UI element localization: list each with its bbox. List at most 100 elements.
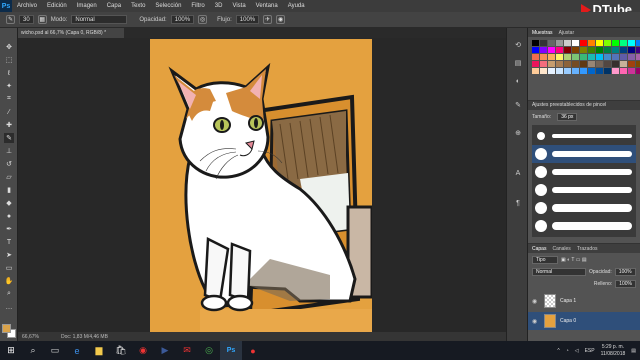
color-swatch[interactable] bbox=[636, 47, 640, 53]
color-swatch[interactable] bbox=[572, 68, 579, 74]
layer-fill-input[interactable]: 100% bbox=[615, 280, 636, 288]
search-icon[interactable]: ⌕ bbox=[22, 341, 44, 360]
color-swatch[interactable] bbox=[556, 68, 563, 74]
movies-app-icon[interactable]: ▶ bbox=[154, 341, 176, 360]
color-swatch[interactable] bbox=[532, 54, 539, 60]
app-icon[interactable]: ✉ bbox=[176, 341, 198, 360]
artwork-canvas[interactable] bbox=[150, 39, 372, 333]
color-swatch[interactable] bbox=[620, 61, 627, 67]
menu-capa[interactable]: Capa bbox=[102, 3, 126, 9]
color-swatch[interactable] bbox=[580, 61, 587, 67]
color-swatch[interactable] bbox=[532, 61, 539, 67]
history-brush-icon[interactable]: ↺ bbox=[4, 159, 14, 169]
healing-tool-icon[interactable]: ✚ bbox=[4, 120, 14, 130]
color-swatch[interactable] bbox=[556, 61, 563, 67]
tab-canales[interactable]: Canales bbox=[552, 246, 570, 252]
color-swatch[interactable] bbox=[564, 40, 571, 46]
color-swatch[interactable] bbox=[540, 61, 547, 67]
color-swatch[interactable] bbox=[540, 40, 547, 46]
color-swatch[interactable] bbox=[636, 40, 640, 46]
color-swatch[interactable] bbox=[564, 54, 571, 60]
color-swatch[interactable] bbox=[572, 40, 579, 46]
brush-panel-toggle-icon[interactable]: ▦ bbox=[37, 15, 47, 24]
network-icon[interactable]: ◔ bbox=[566, 348, 569, 354]
color-swatch[interactable] bbox=[604, 40, 611, 46]
history-panel-icon[interactable]: ⟲ bbox=[513, 40, 523, 50]
color-swatch[interactable] bbox=[556, 54, 563, 60]
color-swatch[interactable] bbox=[532, 47, 539, 53]
brush-preset[interactable] bbox=[532, 199, 636, 217]
hand-tool-icon[interactable]: ✋ bbox=[4, 276, 14, 286]
brush-preset[interactable] bbox=[532, 217, 636, 235]
color-swatch[interactable] bbox=[548, 68, 555, 74]
opacity-input[interactable]: 100% bbox=[170, 15, 195, 24]
color-swatch[interactable] bbox=[620, 54, 627, 60]
color-swatch[interactable] bbox=[572, 61, 579, 67]
visibility-eye-icon[interactable]: ◉ bbox=[532, 298, 540, 305]
properties-panel-icon[interactable]: ▤ bbox=[513, 58, 523, 68]
crop-tool-icon[interactable]: ⌗ bbox=[4, 94, 14, 104]
color-swatch[interactable] bbox=[596, 68, 603, 74]
color-swatch[interactable] bbox=[620, 40, 627, 46]
color-swatch[interactable] bbox=[564, 47, 571, 53]
color-swatch[interactable] bbox=[612, 61, 619, 67]
color-swatch[interactable] bbox=[540, 54, 547, 60]
menu-3d[interactable]: 3D bbox=[210, 3, 228, 9]
color-swatch[interactable] bbox=[612, 68, 619, 74]
color-swatch[interactable] bbox=[628, 68, 635, 74]
brush-size-picker[interactable]: 30 bbox=[19, 15, 34, 24]
brush-size-value[interactable]: 36 px bbox=[557, 113, 578, 121]
brush-preset[interactable] bbox=[532, 145, 636, 163]
airbrush-icon[interactable]: ✈ bbox=[263, 15, 273, 24]
character-panel-icon[interactable]: A bbox=[513, 168, 523, 178]
color-swatch[interactable] bbox=[580, 40, 587, 46]
color-swatch[interactable] bbox=[604, 61, 611, 67]
tab-muestras[interactable]: Muestras bbox=[532, 30, 553, 36]
color-swatch[interactable] bbox=[548, 61, 555, 67]
task-view-icon[interactable]: ▭ bbox=[44, 341, 66, 360]
color-swatch[interactable] bbox=[588, 61, 595, 67]
color-swatch[interactable] bbox=[564, 68, 571, 74]
color-swatch[interactable] bbox=[580, 68, 587, 74]
recorder-icon[interactable]: ● bbox=[242, 341, 264, 360]
color-swatch[interactable] bbox=[556, 47, 563, 53]
menu-ayuda[interactable]: Ayuda bbox=[283, 3, 310, 9]
layer-row-capa-0[interactable]: ◉ Capa 0 bbox=[528, 312, 640, 330]
color-swatch[interactable] bbox=[580, 54, 587, 60]
edge-browser-icon[interactable]: e bbox=[66, 341, 88, 360]
color-swatch[interactable] bbox=[628, 47, 635, 53]
media-app-icon[interactable]: ◉ bbox=[132, 341, 154, 360]
color-swatch[interactable] bbox=[628, 40, 635, 46]
shape-tool-icon[interactable]: ▭ bbox=[4, 263, 14, 273]
color-swatch[interactable] bbox=[588, 54, 595, 60]
menu-archivo[interactable]: Archivo bbox=[12, 3, 42, 9]
color-swatch[interactable] bbox=[636, 68, 640, 74]
color-swatch[interactable] bbox=[612, 54, 619, 60]
visibility-eye-icon[interactable]: ◉ bbox=[532, 318, 540, 325]
layer-name[interactable]: Capa 1 bbox=[560, 298, 576, 304]
color-swatch[interactable] bbox=[580, 47, 587, 53]
windows-start-icon[interactable]: ⊞ bbox=[0, 341, 22, 360]
blur-tool-icon[interactable]: ◆ bbox=[4, 198, 14, 208]
color-swatch[interactable] bbox=[596, 40, 603, 46]
paragraph-panel-icon[interactable]: ¶ bbox=[513, 198, 523, 208]
color-swatch[interactable] bbox=[612, 47, 619, 53]
menu-imagen[interactable]: Imagen bbox=[72, 3, 102, 9]
tab-ajustar[interactable]: Ajustar bbox=[559, 30, 575, 36]
flow-input[interactable]: 100% bbox=[235, 15, 260, 24]
pen-tool-icon[interactable]: ✒ bbox=[4, 224, 14, 234]
blend-mode-select[interactable]: Normal bbox=[532, 268, 586, 276]
brush-tool-icon[interactable]: ✎ bbox=[6, 15, 15, 24]
gradient-tool-icon[interactable]: ▮ bbox=[4, 185, 14, 195]
menu-ventana[interactable]: Ventana bbox=[251, 3, 283, 9]
adjustments-panel-icon[interactable]: ◐ bbox=[513, 76, 523, 86]
color-swatch[interactable] bbox=[628, 54, 635, 60]
color-swatch[interactable] bbox=[596, 54, 603, 60]
menu-texto[interactable]: Texto bbox=[126, 3, 150, 9]
color-swatch[interactable] bbox=[540, 68, 547, 74]
color-swatch[interactable] bbox=[620, 47, 627, 53]
pressure-size-icon[interactable]: ◉ bbox=[276, 15, 286, 24]
layer-opacity-input[interactable]: 100% bbox=[614, 268, 636, 276]
eyedropper-tool-icon[interactable]: ⁄ bbox=[4, 107, 14, 117]
tab-trazados[interactable]: Trazados bbox=[577, 246, 598, 252]
